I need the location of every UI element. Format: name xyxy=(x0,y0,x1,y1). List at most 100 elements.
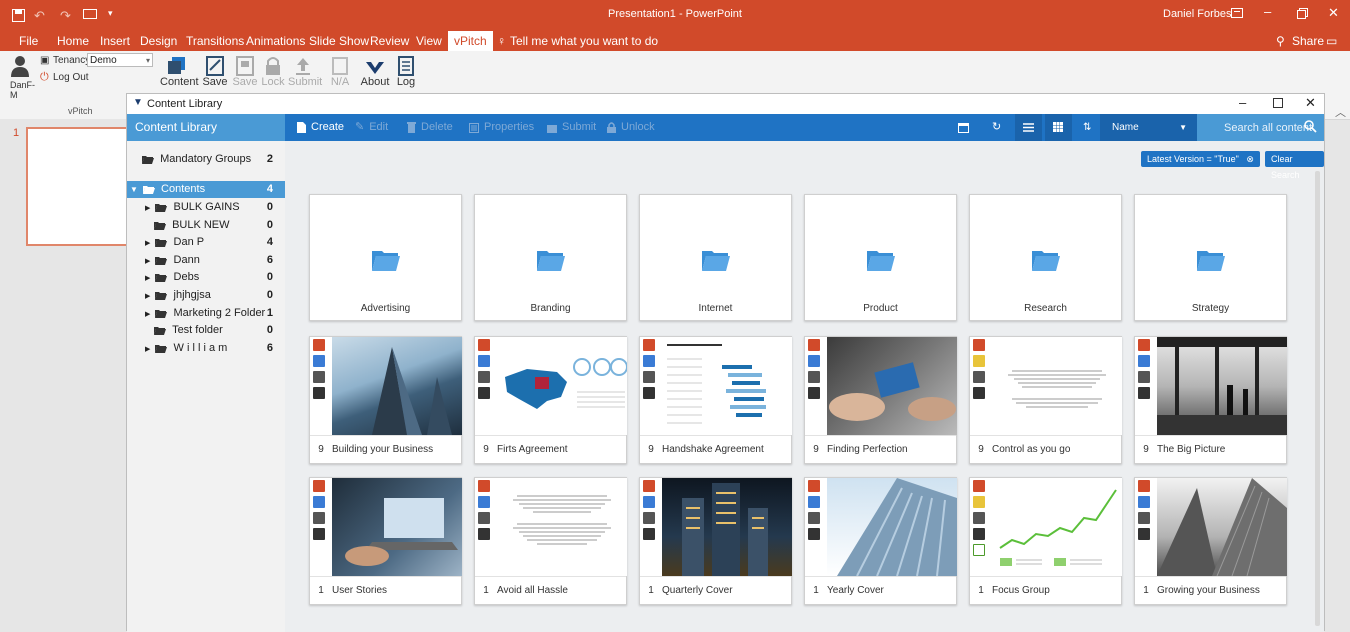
na-button[interactable]: N/A xyxy=(325,54,355,88)
calendar-filter-button[interactable] xyxy=(958,114,969,141)
sort-select[interactable]: Name ▼ xyxy=(1100,114,1197,141)
folder-card-research[interactable]: Research xyxy=(969,194,1122,321)
tab-file[interactable]: File xyxy=(19,34,38,48)
restore-icon[interactable] xyxy=(1297,8,1308,19)
content-card[interactable]: 9 Building your Business xyxy=(309,336,462,464)
scrollbar[interactable] xyxy=(1315,171,1320,626)
user-name[interactable]: Daniel Forbes xyxy=(1163,8,1231,20)
content-card[interactable]: 1 Focus Group xyxy=(969,477,1122,605)
card-icons xyxy=(313,339,329,403)
unlock-icon xyxy=(607,122,616,133)
content-card[interactable]: 1 User Stories xyxy=(309,477,462,605)
tenancy-select[interactable]: Demo ▾ xyxy=(87,53,153,67)
sort-direction-button[interactable]: ⇅ xyxy=(1083,114,1091,141)
content-button[interactable]: Content xyxy=(160,54,199,88)
slide-thumbnail[interactable] xyxy=(26,127,136,246)
tree-item-debs[interactable]: ▶ Debs 0 xyxy=(127,269,285,286)
search-input[interactable]: Search all content xyxy=(1224,122,1312,134)
log-button[interactable]: Log xyxy=(391,54,421,88)
edit-button[interactable]: ✎ Edit xyxy=(355,114,388,141)
tree-item-count: 0 xyxy=(266,219,273,231)
tab-transitions[interactable]: Transitions xyxy=(186,34,244,48)
search-icon[interactable] xyxy=(1304,120,1317,133)
tell-me-search[interactable]: Tell me what you want to do xyxy=(510,34,658,48)
dialog-close-icon[interactable]: ✕ xyxy=(1305,95,1316,111)
folder-card-internet[interactable]: Internet xyxy=(639,194,792,321)
search-box[interactable]: Search all content xyxy=(1197,114,1324,141)
tree-item-jhjhgjsa[interactable]: ▶ jhjhgjsa 0 xyxy=(127,287,285,304)
powerpoint-icon xyxy=(313,480,325,492)
calendar-icon xyxy=(958,122,969,133)
grid-view-button[interactable] xyxy=(1045,114,1072,141)
content-card[interactable]: 9 Control as you go xyxy=(969,336,1122,464)
caret-right-icon: ▶ xyxy=(145,240,151,247)
tab-design[interactable]: Design xyxy=(140,34,177,48)
logout-link[interactable]: Log Out xyxy=(53,72,89,83)
tree-item-test-folder[interactable]: Test folder 0 xyxy=(127,322,285,339)
content-card[interactable]: 1 Avoid all Hassle xyxy=(474,477,627,605)
share-button[interactable]: Share xyxy=(1292,34,1324,48)
content-card[interactable]: 9 Firts Agreement xyxy=(474,336,627,464)
tab-insert[interactable]: Insert xyxy=(100,34,130,48)
content-card[interactable]: 1 Growing your Business xyxy=(1134,477,1287,605)
tab-animations[interactable]: Animations xyxy=(246,34,305,48)
content-card[interactable]: 9 Handshake Agreement xyxy=(639,336,792,464)
clear-search-button[interactable]: Clear Search xyxy=(1265,151,1324,180)
about-button[interactable]: About xyxy=(360,54,390,88)
close-icon[interactable]: ✕ xyxy=(1328,5,1339,21)
save-as-button[interactable]: Save xyxy=(230,54,260,88)
comment-icon[interactable]: ▭ xyxy=(1326,34,1337,48)
submit-button[interactable]: Submit xyxy=(288,54,322,88)
thumbnail-grey-towers xyxy=(1157,478,1287,576)
properties-button[interactable]: Properties xyxy=(469,114,534,141)
folder-icon xyxy=(702,249,730,271)
tab-vpitch[interactable]: vPitch xyxy=(448,31,493,51)
content-card[interactable]: 9 The Big Picture xyxy=(1134,336,1287,464)
card-icons xyxy=(973,480,989,560)
content-card[interactable]: 9 Finding Perfection xyxy=(804,336,957,464)
folder-card-strategy[interactable]: Strategy xyxy=(1134,194,1287,321)
powerpoint-icon xyxy=(313,339,325,351)
folder-card-branding[interactable]: Branding xyxy=(474,194,627,321)
folder-card-product[interactable]: Product xyxy=(804,194,957,321)
tree-item-marketing-2-folder[interactable]: ▶ Marketing 2 Folder 1 xyxy=(127,305,285,322)
card-caption: 9 Finding Perfection xyxy=(805,435,956,464)
document-icon xyxy=(297,122,306,133)
minimize-icon[interactable]: – xyxy=(1264,4,1271,19)
dialog-minimize-icon[interactable]: – xyxy=(1239,95,1246,110)
power-icon[interactable]: ⏻ xyxy=(40,71,49,84)
list-view-button[interactable] xyxy=(1015,114,1042,141)
note-icon xyxy=(313,528,325,540)
filter-chip[interactable]: Latest Version = "True" ⊗ xyxy=(1141,151,1260,167)
create-button[interactable]: Create xyxy=(297,114,344,141)
remove-filter-icon[interactable]: ⊗ xyxy=(1246,154,1254,164)
card-caption: 9 Building your Business xyxy=(310,435,461,464)
unlock-button[interactable]: Unlock xyxy=(607,114,655,141)
tree-item-william[interactable]: ▶ W i l l i a m 6 xyxy=(127,340,285,357)
tree-item-contents[interactable]: ▼ Contents 4 xyxy=(127,181,285,198)
card-caption: 9 Firts Agreement xyxy=(475,435,626,464)
folder-card-advertising[interactable]: Advertising xyxy=(309,194,462,321)
collapse-ribbon-icon[interactable]: ︿ xyxy=(1335,104,1346,120)
tree-item-bulk-new[interactable]: BULK NEW 0 xyxy=(127,217,285,234)
slide-thumbnail-pane: 1 xyxy=(0,119,136,631)
tree-item-dan-p[interactable]: ▶ Dan P 4 xyxy=(127,234,285,251)
content-card[interactable]: 1 Yearly Cover xyxy=(804,477,957,605)
refresh-button[interactable]: ↻ xyxy=(992,114,1001,141)
ribbon-display-icon[interactable] xyxy=(1231,8,1243,19)
content-card[interactable]: 1 Quarterly Cover xyxy=(639,477,792,605)
tab-home[interactable]: Home xyxy=(57,34,89,48)
calendar-icon xyxy=(313,371,325,383)
dialog-maximize-icon[interactable] xyxy=(1273,98,1283,108)
save-button[interactable]: Save xyxy=(200,54,230,88)
tab-slide-show[interactable]: Slide Show xyxy=(309,34,369,48)
tab-view[interactable]: View xyxy=(416,34,442,48)
tenancy-icon: ▣ xyxy=(40,55,50,66)
tree-item-mandatory-groups[interactable]: Mandatory Groups 2 xyxy=(127,151,285,168)
delete-button[interactable]: Delete xyxy=(407,114,453,141)
submit-content-button[interactable]: Submit xyxy=(547,114,596,141)
lock-button[interactable]: Lock xyxy=(258,54,288,88)
tree-item-dann[interactable]: ▶ Dann 6 xyxy=(127,252,285,269)
tab-review[interactable]: Review xyxy=(370,34,409,48)
tree-item-bulk-gains[interactable]: ▶ BULK GAINS 0 xyxy=(127,199,285,216)
